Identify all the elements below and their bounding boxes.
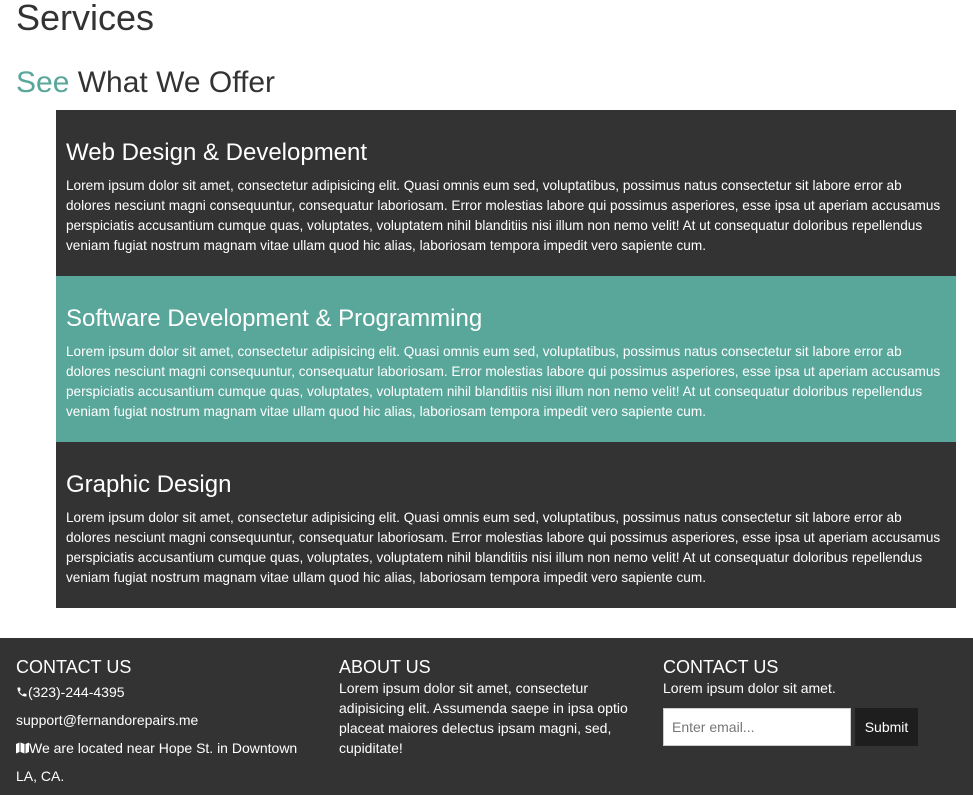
service-graphic-design: Graphic Design Lorem ipsum dolor sit ame… [56,442,956,608]
map-icon [16,742,29,754]
footer-about: ABOUT US Lorem ipsum dolor sit amet, con… [339,656,639,758]
footer-newsletter-heading: CONTACT US [663,657,779,677]
offer-heading-accent: See [16,66,70,99]
submit-button[interactable]: Submit [855,708,918,746]
contact-location-text: We are located near Hope St. in Downtown… [16,740,298,784]
email-input[interactable] [663,708,851,746]
contact-location: We are located near Hope St. in Downtown… [16,734,316,790]
services-list: Web Design & Development Lorem ipsum dol… [56,110,956,608]
contact-phone: (323)-244-4395 [16,678,316,706]
offer-heading: See What We Offer [16,64,275,102]
service-description: Lorem ipsum dolor sit amet, consectetur … [66,510,941,585]
footer-contact-heading: CONTACT US [16,657,132,677]
service-title: Software Development & Programming [66,305,483,332]
page-title: Services [16,0,155,38]
service-software-development: Software Development & Programming Lorem… [56,276,956,442]
footer: CONTACT US (323)-244-4395 support@fernan… [0,638,973,795]
footer-newsletter: CONTACT US Lorem ipsum dolor sit amet. S… [663,656,963,746]
footer-about-text: Lorem ipsum dolor sit amet, consectetur … [339,680,628,756]
service-description: Lorem ipsum dolor sit amet, consectetur … [66,344,941,419]
service-title: Web Design & Development [66,139,368,166]
contact-phone-text: (323)-244-4395 [28,684,125,700]
phone-icon [17,687,27,697]
service-web-design: Web Design & Development Lorem ipsum dol… [56,110,956,276]
service-description: Lorem ipsum dolor sit amet, consectetur … [66,178,941,253]
footer-contact: CONTACT US (323)-244-4395 support@fernan… [16,656,316,790]
footer-newsletter-text: Lorem ipsum dolor sit amet. [663,680,836,696]
service-title: Graphic Design [66,471,232,498]
contact-email: support@fernandorepairs.me [16,712,199,728]
footer-about-heading: ABOUT US [339,657,431,677]
offer-heading-rest: What We Offer [69,66,276,99]
